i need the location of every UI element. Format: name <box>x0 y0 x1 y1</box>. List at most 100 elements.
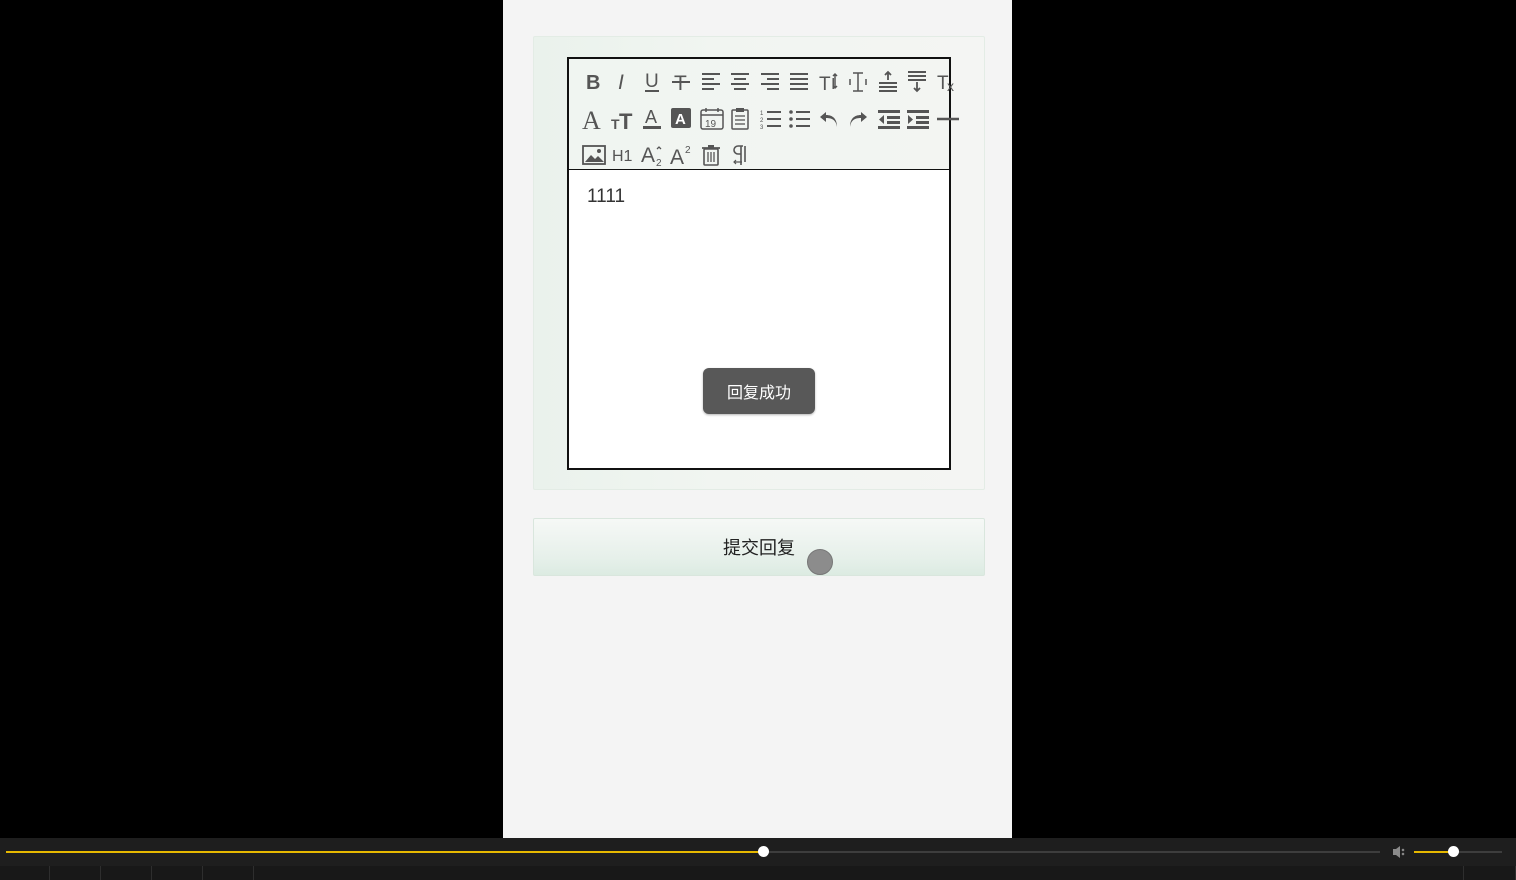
paragraph-icon <box>733 145 747 165</box>
svg-text:A: A <box>582 107 601 131</box>
image-icon <box>581 145 606 165</box>
clear-format-button[interactable]: Tx <box>933 67 963 97</box>
volume-fill <box>1414 851 1453 853</box>
rich-text-editor: BIUTTITx ATTAA19123 H1A2A2 1111 回复成功 <box>567 57 959 470</box>
redo-button[interactable] <box>845 104 875 134</box>
align-justify-button[interactable] <box>786 67 816 97</box>
svg-text:H1: H1 <box>612 148 633 165</box>
touch-cursor-indicator <box>807 549 833 575</box>
underline-icon: U <box>644 71 659 92</box>
seek-bar[interactable] <box>6 846 1380 857</box>
line-height-button[interactable]: TI <box>815 67 845 97</box>
subscript-icon: A2 <box>641 144 662 167</box>
font-color-button[interactable]: A <box>638 104 668 134</box>
line-height-icon: TI <box>819 72 838 94</box>
svg-text:A: A <box>641 144 655 167</box>
strip-cell <box>101 866 152 880</box>
bottom-strip <box>0 866 1516 880</box>
delete-button[interactable] <box>697 140 727 170</box>
editor-panel: BIUTTITx ATTAA19123 H1A2A2 1111 回复成功 <box>533 36 985 490</box>
horizontal-rule-button[interactable] <box>933 104 963 134</box>
svg-text:A: A <box>645 107 657 127</box>
space-after-icon <box>908 71 927 93</box>
redo-icon <box>850 112 868 127</box>
heading-button[interactable]: H1 <box>609 140 639 170</box>
space-before-button[interactable] <box>874 67 904 97</box>
strip-cell <box>152 866 203 880</box>
align-justify-icon <box>790 73 809 90</box>
svg-text:3: 3 <box>760 125 764 131</box>
bold-icon: B <box>586 72 600 94</box>
ordered-list-button[interactable]: 123 <box>756 104 786 134</box>
font-family-icon: A <box>582 107 601 131</box>
toast-message: 回复成功 <box>703 368 815 414</box>
toolbar-row-3: H1 A 2 A 2 <box>579 140 756 170</box>
svg-text:1: 1 <box>760 111 764 117</box>
font-size-icon: TT <box>611 109 633 131</box>
underline-button[interactable]: U <box>638 67 668 97</box>
svg-text:T: T <box>819 74 831 94</box>
svg-text:I: I <box>618 71 624 94</box>
indent-icon <box>907 110 930 129</box>
delete-icon <box>701 145 720 166</box>
align-right-icon <box>760 73 779 90</box>
strip-cell <box>203 866 254 880</box>
svg-text:A: A <box>670 146 684 167</box>
horizontal-rule-icon <box>936 117 959 121</box>
strip-cell <box>254 866 1464 880</box>
indent-button[interactable] <box>904 104 934 134</box>
outdent-button[interactable] <box>874 104 904 134</box>
undo-button[interactable] <box>815 104 845 134</box>
svg-text:2: 2 <box>656 158 662 167</box>
unordered-list-icon <box>789 110 811 128</box>
undo-icon <box>819 112 837 127</box>
font-size-button[interactable]: TT <box>609 104 639 134</box>
volume-slider[interactable] <box>1414 846 1502 857</box>
letter-spacing-button[interactable] <box>845 67 875 97</box>
mobile-page: BIUTTITx ATTAA19123 H1A2A2 1111 回复成功 提交回… <box>503 0 1012 838</box>
heading-icon: H1 <box>612 148 633 165</box>
content-text: 1111 <box>587 186 626 207</box>
seek-handle[interactable] <box>758 846 770 857</box>
align-center-button[interactable] <box>727 67 757 97</box>
volume-icon[interactable] <box>1391 844 1409 865</box>
space-before-icon <box>878 70 897 92</box>
superscript-icon: A2 <box>670 145 691 167</box>
unordered-list-button[interactable] <box>786 104 816 134</box>
align-left-button[interactable] <box>697 67 727 97</box>
seek-progress-fill <box>6 851 764 853</box>
background-color-icon: A <box>671 108 692 128</box>
background-color-button[interactable]: A <box>668 104 698 134</box>
volume-handle[interactable] <box>1447 846 1459 857</box>
align-right-button[interactable] <box>756 67 786 97</box>
video-player-controls <box>0 838 1516 866</box>
editor-toolbar: BIUTTITx ATTAA19123 H1A2A2 <box>569 59 959 171</box>
image-button[interactable] <box>579 140 609 170</box>
submit-reply-button[interactable]: 提交回复 <box>533 518 985 576</box>
svg-text:2: 2 <box>685 145 691 156</box>
ordered-list-icon: 123 <box>760 111 781 131</box>
date-button[interactable]: 19 <box>697 104 727 134</box>
svg-text:x: x <box>947 78 954 94</box>
svg-text:A: A <box>675 111 686 128</box>
paste-button[interactable] <box>727 104 757 134</box>
align-center-icon <box>731 73 750 90</box>
toolbar-row-2: A T T A A 19 1 2 3 <box>579 104 963 134</box>
date-icon: 19 <box>700 108 724 130</box>
strikethrough-icon: T <box>672 72 691 94</box>
letter-spacing-icon <box>849 72 867 92</box>
toolbar-row-1: BIUTTITx <box>579 67 963 97</box>
font-family-button[interactable]: A <box>579 104 609 134</box>
editor-content[interactable]: 1111 回复成功 <box>569 170 949 468</box>
bold-button[interactable]: B <box>579 67 609 97</box>
svg-text:T: T <box>619 109 633 131</box>
subscript-button[interactable]: A2 <box>638 140 668 170</box>
italic-icon: I <box>618 71 624 94</box>
italic-button[interactable]: I <box>609 67 639 97</box>
align-left-icon <box>701 73 720 90</box>
svg-text:2: 2 <box>760 118 764 124</box>
strikethrough-button[interactable]: T <box>668 67 698 97</box>
space-after-button[interactable] <box>904 67 934 97</box>
paragraph-button[interactable] <box>727 140 757 170</box>
superscript-button[interactable]: A2 <box>668 140 698 170</box>
